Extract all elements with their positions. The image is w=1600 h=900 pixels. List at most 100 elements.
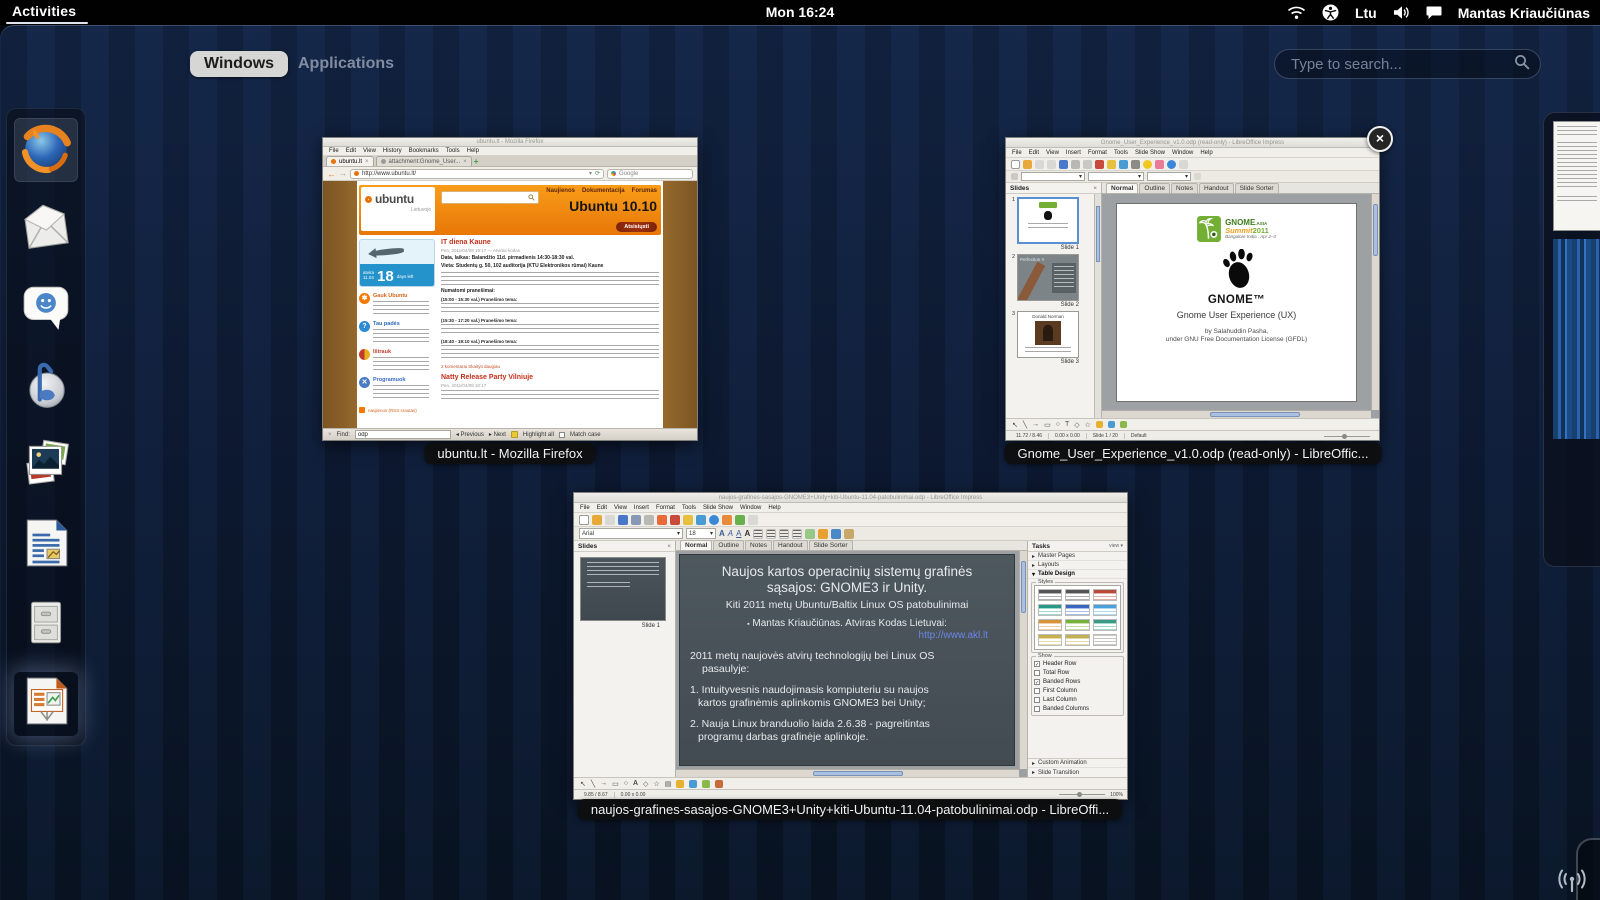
tab-label: ubuntu.lt [339, 159, 362, 165]
text-placeholder [1028, 223, 1068, 231]
text-placeholder [1025, 347, 1071, 353]
gear-icon: ✱ [359, 293, 370, 304]
toolbar-icon [709, 515, 719, 525]
align-left-icon [753, 529, 763, 539]
table-tool-icon: ▤ [665, 780, 672, 788]
window-firefox-thumbnail[interactable]: ubuntu.lt - Mozilla Firefox File Edit Vi… [322, 137, 698, 441]
font-size-combo: 18▾ [686, 528, 716, 539]
tasks-view-menu: view ▾ [1109, 543, 1123, 549]
combo-box: ▾ [1021, 172, 1085, 181]
impress1-slide-canvas: GNOME.ASIA Summit2011 Bangalore India . … [1102, 194, 1379, 418]
impress2-drawing-toolbar: ↖ ╲ → ▭ ○ A ◇ ☆ ▤ [574, 777, 1127, 789]
total-row-checkbox [1034, 670, 1040, 676]
text-placeholder [373, 357, 429, 371]
dock-item-banshee[interactable] [14, 355, 78, 419]
table-style [1038, 619, 1062, 631]
dock-item-shotwell[interactable] [14, 435, 78, 499]
download-button: Atsisiųsti [616, 222, 657, 232]
ubuntu-wordmark: ubuntu [375, 192, 414, 206]
checkbox-row: Banded Columns [1034, 704, 1121, 713]
tab-applications[interactable]: Applications [298, 55, 394, 73]
mini-summit-logo [1039, 202, 1057, 208]
dock-item-firefox[interactable] [14, 118, 78, 182]
slide3-title: Donald Norman [1018, 314, 1078, 319]
text-placeholder [373, 385, 429, 399]
slide-thumbnail-row: 3 Donald Norman Slide 3 [1008, 311, 1099, 365]
checkbox-row: ✓Banded Rows [1034, 677, 1121, 686]
dock-item-libreoffice-writer[interactable] [14, 514, 78, 578]
volume-icon[interactable] [1393, 5, 1410, 20]
tab-windows[interactable]: Windows [190, 51, 288, 77]
countdown-label: atvira11.04 [363, 271, 374, 281]
chat-bubble-icon[interactable] [1426, 5, 1442, 20]
section-title: Gauk Ubuntu [373, 293, 429, 299]
text-placeholder [441, 324, 659, 336]
banded-columns-checkbox [1034, 706, 1040, 712]
impress1-presentation-toolbar: ▾ ▾ ▾ [1006, 171, 1379, 183]
align-right-icon [779, 529, 789, 539]
menu-insert: Insert [1066, 150, 1081, 156]
slide-title-line: sąsajos: GNOME3 ir Unity. [680, 580, 1014, 596]
select-tool-icon: ↖ [580, 780, 586, 788]
menu-file: File [1012, 150, 1022, 156]
slide-thumbnail-row: 1 Slide 1 [1008, 197, 1099, 251]
stars-tool-icon: ☆ [653, 780, 659, 788]
wifi-icon[interactable] [1287, 5, 1306, 20]
page-column: ubuntu Lietuvoje Naujienos Dokumentacija… [357, 181, 663, 428]
slides-panel-title: Slides [1010, 185, 1029, 192]
rss-row: naujienos (RSS srautas) [359, 407, 435, 413]
browser-tab-inactive: attachment:Gnome_User... × [376, 156, 472, 166]
tab-handout: Handout [1199, 183, 1234, 193]
slide-body-line: programų darbas grafinėje aplinkoje. [680, 731, 1014, 743]
toolbar-icon [1096, 421, 1103, 428]
highlight-marker-icon [511, 431, 518, 438]
browser-tab-active: ubuntu.lt × [326, 156, 374, 166]
menu-history: History [383, 148, 402, 154]
top-bar: Activities Mon 16:24 Ltu Mantas Kriaučiū… [0, 0, 1600, 25]
user-menu[interactable]: Mantas Kriaučiūnas [1458, 5, 1590, 21]
toolbar-icon [618, 515, 628, 525]
combo-box: ▾ [1147, 172, 1191, 181]
tasks-panel: Tasksview ▾ ▸Master Pages ▸Layouts ▾Tabl… [1027, 541, 1127, 777]
search-box[interactable] [1274, 49, 1541, 79]
tab-label: attachment:Gnome_User... [389, 159, 461, 165]
zoom-level: 100% [1110, 792, 1123, 798]
menu-slide-show: Slide Show [703, 505, 733, 511]
text-placeholder [373, 329, 429, 343]
window-impress-naujos-thumbnail[interactable]: naujos-grafines-sasajos-GNOME3+Unity+kit… [573, 492, 1128, 800]
dock-item-file-manager[interactable] [14, 593, 78, 657]
window-impress-gnome-ux-thumbnail[interactable]: Gnome_User_Experience_v1.0.odp (read-onl… [1005, 137, 1380, 441]
tab-slide-sorter: Slide Sorter [809, 540, 853, 550]
workspace-switcher[interactable] [1543, 112, 1600, 567]
article-links: 2 komentarai Skaityti daugiau [441, 364, 659, 369]
clock-menu[interactable]: Mon 16:24 [766, 4, 834, 20]
gnome-wordmark: GNOME™ [1208, 294, 1265, 306]
stars-tool-icon: ☆ [1085, 421, 1091, 429]
activities-button[interactable]: Activities [12, 3, 76, 19]
menu-insert: Insert [634, 505, 649, 511]
impress2-statusbar: 9.85 / 8.67 0.00 x 0.00 100% [574, 789, 1127, 799]
keyboard-layout-indicator[interactable]: Ltu [1355, 5, 1377, 21]
dock-item-libreoffice-impress[interactable] [14, 672, 78, 736]
search-input[interactable] [1291, 56, 1514, 73]
system-tray: Ltu Mantas Kriaučiūnas [1287, 0, 1590, 25]
dock-item-evolution-mail[interactable] [14, 197, 78, 261]
accessibility-icon[interactable] [1322, 4, 1339, 21]
gnome-shell-overview-screen: { "colors": { "shell_bg": "#0E1C36", "ub… [0, 0, 1600, 900]
toolbar-icon [1095, 160, 1104, 169]
talk-lead: (18:40 - 19:10 val.) Pranešimo tema: [441, 339, 659, 344]
circle-of-friends-icon [365, 196, 372, 203]
menu-window: Window [1172, 150, 1193, 156]
nav-dokumentacija: Dokumentacija [582, 188, 625, 194]
dock-item-empathy-chat[interactable] [14, 276, 78, 340]
impress2-slide-canvas: Naujos kartos operacinių sistemų grafinė… [676, 551, 1027, 777]
network-transmitter-icon[interactable] [1556, 866, 1588, 899]
toolbar-icon [1023, 160, 1032, 169]
slide-bullet-line: ▪ Mantas Kriaučiūnas. Atviras Kodas Liet… [680, 618, 1014, 629]
slide-number: 2 [1008, 254, 1015, 308]
rss-label: naujienos (RSS srautas) [368, 408, 417, 413]
banded-rows-checkbox: ✓ [1034, 679, 1040, 685]
toolbar-icon [1120, 421, 1127, 428]
window-close-button[interactable]: × [1367, 126, 1393, 152]
text-placeholder [441, 272, 659, 286]
